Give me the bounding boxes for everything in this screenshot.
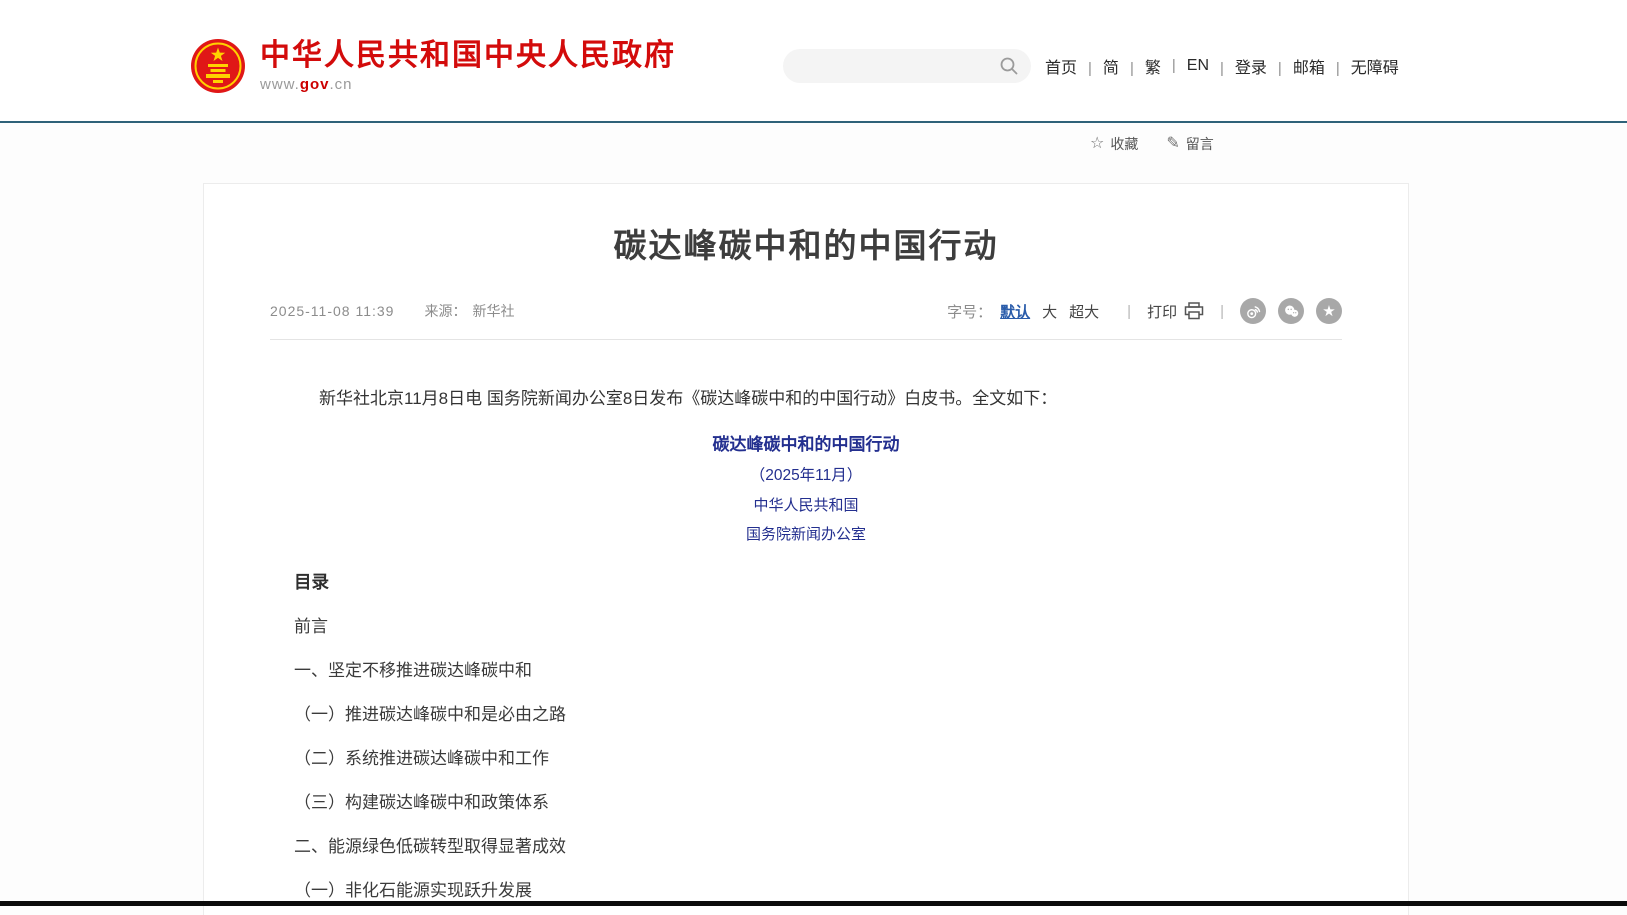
nav-link[interactable]: 简 xyxy=(1077,54,1119,78)
publish-date: 2025-11-08 11:39 xyxy=(270,303,394,319)
doc-subtitle: （2025年11月） xyxy=(294,466,1318,486)
share-favorite-star-icon[interactable]: ★ xyxy=(1316,298,1342,324)
nav-link[interactable]: 邮箱 xyxy=(1267,54,1325,78)
font-size-option-xlarge[interactable]: 超大 xyxy=(1069,301,1099,322)
doc-org-line1: 中华人民共和国 xyxy=(294,496,1318,515)
article-container: 碳达峰碳中和的中国行动 2025-11-08 11:39 来源： 新华社 字号：… xyxy=(203,183,1409,915)
doc-title: 碳达峰碳中和的中国行动 xyxy=(294,435,1318,455)
print-label: 打印 xyxy=(1147,301,1177,322)
printer-icon xyxy=(1184,302,1204,320)
favorite-button[interactable]: ☆ 收藏 xyxy=(1090,134,1138,154)
page: 中华人民共和国中央人民政府 www.gov.cn 首页简繁EN登录邮箱无障碍 ☆… xyxy=(0,0,1627,915)
share-icons: ★ xyxy=(1240,298,1342,324)
meta-divider xyxy=(270,339,1342,340)
comment-button[interactable]: ✎ 留言 xyxy=(1166,134,1213,154)
site-header: 中华人民共和国中央人民政府 www.gov.cn 首页简繁EN登录邮箱无障碍 xyxy=(0,0,1627,121)
meta-left: 2025-11-08 11:39 来源： 新华社 xyxy=(270,301,514,321)
bottom-black-bar xyxy=(0,901,1627,906)
search-input[interactable] xyxy=(799,57,999,76)
site-url: www.gov.cn xyxy=(260,76,676,93)
nav-link[interactable]: 繁 xyxy=(1119,54,1161,78)
favorite-label: 收藏 xyxy=(1110,134,1138,154)
star-outline-icon: ☆ xyxy=(1090,136,1104,152)
meta-right: 字号： 默认 大 超大 | 打印 | xyxy=(947,298,1342,324)
toc-heading: 目录 xyxy=(294,570,1318,594)
doc-org-line2: 国务院新闻办公室 xyxy=(294,525,1318,544)
font-size-option-default[interactable]: 默认 xyxy=(1000,301,1030,322)
separator: | xyxy=(1127,303,1131,320)
font-size-option-large[interactable]: 大 xyxy=(1042,301,1057,322)
source-value[interactable]: 新华社 xyxy=(472,301,514,321)
site-url-gov: gov xyxy=(300,76,330,93)
search-box xyxy=(783,49,1031,83)
toc-list: 前言一、坚定不移推进碳达峰碳中和 （一）推进碳达峰碳中和是必由之路 （二）系统推进碳… xyxy=(294,616,1318,902)
toc-item: 二、能源绿色低碳转型取得显著成效 xyxy=(294,836,1318,858)
toc-item: （一）非化石能源实现跃升发展 xyxy=(294,880,1318,902)
pencil-icon: ✎ xyxy=(1166,136,1179,152)
nav-link[interactable]: 首页 xyxy=(1045,54,1077,78)
site-url-suffix: .cn xyxy=(330,76,353,93)
toc-item: 前言 xyxy=(294,616,1318,638)
share-weibo-icon[interactable] xyxy=(1240,298,1266,324)
site-logo[interactable]: 中华人民共和国中央人民政府 www.gov.cn xyxy=(190,38,676,94)
lead-paragraph: 新华社北京11月8日电 国务院新闻办公室8日发布《碳达峰碳中和的中国行动》白皮书… xyxy=(294,387,1318,411)
share-wechat-icon[interactable] xyxy=(1278,298,1304,324)
search-icon[interactable] xyxy=(999,56,1019,76)
header-nav: 首页简繁EN登录邮箱无障碍 xyxy=(1045,54,1399,78)
site-text: 中华人民共和国中央人民政府 www.gov.cn xyxy=(260,39,676,93)
article-title: 碳达峰碳中和的中国行动 xyxy=(224,224,1388,268)
print-button[interactable]: 打印 xyxy=(1147,301,1204,322)
toc-item: （三）构建碳达峰碳中和政策体系 xyxy=(294,792,1318,814)
toc-item: （一）推进碳达峰碳中和是必由之路 xyxy=(294,704,1318,726)
nav-link[interactable]: 登录 xyxy=(1209,54,1267,78)
site-title: 中华人民共和国中央人民政府 xyxy=(260,39,676,73)
source-label: 来源： xyxy=(424,301,466,321)
comment-label: 留言 xyxy=(1186,134,1214,154)
article-body: 新华社北京11月8日电 国务院新闻办公室8日发布《碳达峰碳中和的中国行动》白皮书… xyxy=(204,387,1408,902)
font-size-label: 字号： xyxy=(947,301,992,322)
toc-item: 一、坚定不移推进碳达峰碳中和 xyxy=(294,660,1318,682)
national-emblem-icon xyxy=(190,38,246,94)
article-meta-row: 2025-11-08 11:39 来源： 新华社 字号： 默认 大 超大 | 打… xyxy=(270,298,1342,324)
main-area: ☆ 收藏 ✎ 留言 碳达峰碳中和的中国行动 2025-11-08 11:39 来… xyxy=(0,123,1627,915)
separator: | xyxy=(1220,303,1224,320)
nav-link[interactable]: EN xyxy=(1161,57,1209,75)
toc-item: （二）系统推进碳达峰碳中和工作 xyxy=(294,748,1318,770)
page-actions: ☆ 收藏 ✎ 留言 xyxy=(1090,134,1214,154)
nav-link[interactable]: 无障碍 xyxy=(1325,54,1399,78)
site-url-prefix: www. xyxy=(260,76,300,93)
